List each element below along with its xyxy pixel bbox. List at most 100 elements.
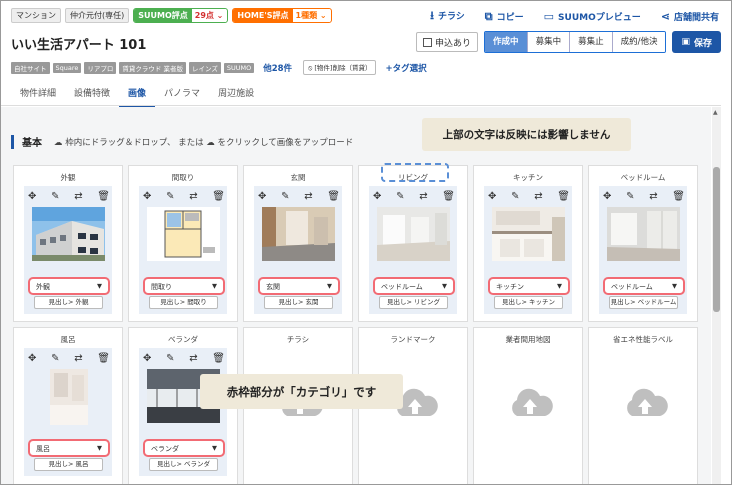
trash-icon[interactable]: 🗑 xyxy=(97,191,110,202)
image-card: 間取り ✥ ✎ ⇄ 🗑 間取り ▼ 見出し> 間取り xyxy=(128,165,238,322)
suumo-preview-link[interactable]: ▭ SUUMOプレビュー xyxy=(544,10,641,23)
card-title: ベッドルーム xyxy=(620,173,666,182)
save-icon: ▣ xyxy=(681,37,690,47)
swap-icon[interactable]: ⇄ xyxy=(304,191,312,202)
move-icon[interactable]: ✥ xyxy=(603,191,611,202)
chevron-down-icon: ▼ xyxy=(442,282,447,290)
copy-link[interactable]: ⧉ コピー xyxy=(485,10,524,24)
trash-icon[interactable]: 🗑 xyxy=(442,191,455,202)
scroll-up-icon[interactable]: ▲ xyxy=(713,109,718,116)
heading-button[interactable]: 見出し> 風呂 xyxy=(34,458,103,471)
image-card: リビング ✥ ✎ ⇄ 🗑 ベッドルーム ▼ 見出し> リビング xyxy=(358,163,468,322)
flyer-link[interactable]: ⭳ チラシ xyxy=(430,7,465,26)
category-select[interactable]: ベッドルーム ▼ xyxy=(603,277,685,295)
bedroom-photo[interactable] xyxy=(607,207,680,261)
share-icon: ⋖ xyxy=(660,10,670,23)
site-badge: レインズ xyxy=(188,61,221,74)
trash-icon[interactable]: 🗑 xyxy=(327,191,340,202)
trash-icon[interactable]: 🗑 xyxy=(672,191,685,202)
highlighted-title-frame xyxy=(381,163,449,182)
move-icon[interactable]: ✥ xyxy=(143,191,151,202)
edit-icon[interactable]: ✎ xyxy=(166,191,174,202)
image-card: 外観 ✥ ✎ ⇄ 🗑 外観 ▼ 見出し> 外観 xyxy=(13,165,123,322)
category-select[interactable]: キッチン ▼ xyxy=(488,277,570,295)
swap-icon[interactable]: ⇄ xyxy=(189,191,197,202)
edit-icon[interactable]: ✎ xyxy=(511,191,519,202)
swap-icon[interactable]: ⇄ xyxy=(74,353,82,364)
swap-icon[interactable]: ⇄ xyxy=(649,191,657,202)
bath-photo[interactable] xyxy=(50,369,88,425)
status-segment: 作成中 募集中 募集止 成約/他決 xyxy=(484,31,667,53)
empty-image-slot[interactable]: 省エネ性能ラベル xyxy=(588,327,698,484)
heading-button[interactable]: 見出し> キッチン xyxy=(494,296,563,309)
category-select[interactable]: 玄関 ▼ xyxy=(258,277,340,295)
swap-icon[interactable]: ⇄ xyxy=(74,191,82,202)
heading-button[interactable]: 見出し> 玄関 xyxy=(264,296,333,309)
move-icon[interactable]: ✥ xyxy=(28,191,36,202)
heading-button[interactable]: 見出し> ベランダ xyxy=(149,458,218,471)
heading-button[interactable]: 見出し> ベッドルーム xyxy=(609,296,678,309)
heading-button[interactable]: 見出し> 間取り xyxy=(149,296,218,309)
upload-cloud-icon[interactable] xyxy=(507,388,553,418)
card-toolbar: ✥ ✎ ⇄ 🗑 xyxy=(28,353,110,364)
move-icon[interactable]: ✥ xyxy=(258,191,266,202)
card-toolbar: ✥ ✎ ⇄ 🗑 xyxy=(28,191,110,202)
card-title: ランドマーク xyxy=(390,335,436,344)
swap-icon[interactable]: ⇄ xyxy=(534,191,542,202)
entrance-photo[interactable] xyxy=(262,207,335,261)
trash-icon[interactable]: 🗑 xyxy=(97,353,110,364)
tag-select-link[interactable]: +タグ選択 xyxy=(385,62,426,74)
status-contracted[interactable]: 成約/他決 xyxy=(611,32,666,52)
more-sites-link[interactable]: 他28件 xyxy=(263,62,292,74)
edit-icon[interactable]: ✎ xyxy=(281,191,289,202)
card-toolbar: ✥ ✎ ⇄ 🗑 xyxy=(603,191,685,202)
move-icon[interactable]: ✥ xyxy=(28,353,36,364)
trash-icon[interactable]: 🗑 xyxy=(212,353,225,364)
app-window: マンション 仲介元付(専任) SUUMO評点 29点 ⌄ HOME'S評点 1種… xyxy=(0,0,732,485)
edit-icon[interactable]: ✎ xyxy=(51,191,59,202)
chevron-down-icon: ▼ xyxy=(672,282,677,290)
move-icon[interactable]: ✥ xyxy=(143,353,151,364)
status-stopped[interactable]: 募集止 xyxy=(569,32,612,52)
swap-icon[interactable]: ⇄ xyxy=(189,353,197,364)
suumo-score-select[interactable]: SUUMO評点 29点 ⌄ xyxy=(133,7,229,23)
homes-score-select[interactable]: HOME'S評点 1種類 ⌄ xyxy=(232,7,332,23)
chevron-down-icon: ▼ xyxy=(327,282,332,290)
trash-icon[interactable]: 🗑 xyxy=(557,191,570,202)
swap-icon[interactable]: ⇄ xyxy=(419,191,427,202)
edit-icon[interactable]: ✎ xyxy=(626,191,634,202)
edit-icon[interactable]: ✎ xyxy=(396,191,404,202)
move-icon[interactable]: ✥ xyxy=(373,191,381,202)
status-drafting[interactable]: 作成中 xyxy=(485,32,527,52)
apply-checkbox[interactable]: 申込あり xyxy=(416,32,479,52)
top-links: ⭳ チラシ ⧉ コピー ▭ SUUMOプレビュー ⋖ 店舗間共有 xyxy=(430,7,719,26)
heading-button[interactable]: 見出し> リビング xyxy=(379,296,448,309)
image-card: 風呂 ✥ ✎ ⇄ 🗑 風呂 ▼ 見出し> 風呂 xyxy=(13,327,123,484)
edit-icon[interactable]: ✎ xyxy=(51,353,59,364)
category-select[interactable]: ベランダ ▼ xyxy=(143,439,225,457)
chevron-down-icon: ▼ xyxy=(212,444,217,452)
tag-chip[interactable]: ⦸ [物件]削除（賃貸） xyxy=(303,60,377,75)
category-select[interactable]: 間取り ▼ xyxy=(143,277,225,295)
edit-icon[interactable]: ✎ xyxy=(166,353,174,364)
kitchen-photo[interactable] xyxy=(492,207,565,261)
chevron-down-icon: ▼ xyxy=(97,282,102,290)
heading-button[interactable]: 見出し> 外観 xyxy=(34,296,103,309)
scrollbar-thumb[interactable] xyxy=(713,167,720,312)
save-button[interactable]: ▣ 保存 xyxy=(672,31,721,53)
share-link[interactable]: ⋖ 店舗間共有 xyxy=(661,10,719,23)
floorplan-image[interactable] xyxy=(147,207,220,261)
category-select[interactable]: 風呂 ▼ xyxy=(28,439,110,457)
category-select[interactable]: ベッドルーム ▼ xyxy=(373,277,455,295)
category-select[interactable]: 外観 ▼ xyxy=(28,277,110,295)
upload-cloud-icon[interactable] xyxy=(622,388,668,418)
contract-type-tag: 仲介元付(専任) xyxy=(65,7,130,23)
card-title: チラシ xyxy=(286,335,310,344)
living-photo[interactable] xyxy=(377,207,450,261)
move-icon[interactable]: ✥ xyxy=(488,191,496,202)
action-row: 申込あり 作成中 募集中 募集止 成約/他決 ▣ 保存 xyxy=(416,31,721,53)
exterior-photo[interactable] xyxy=(32,207,105,261)
status-recruiting[interactable]: 募集中 xyxy=(526,32,570,52)
trash-icon[interactable]: 🗑 xyxy=(212,191,225,202)
empty-image-slot[interactable]: 業者間用地図 xyxy=(473,327,583,484)
